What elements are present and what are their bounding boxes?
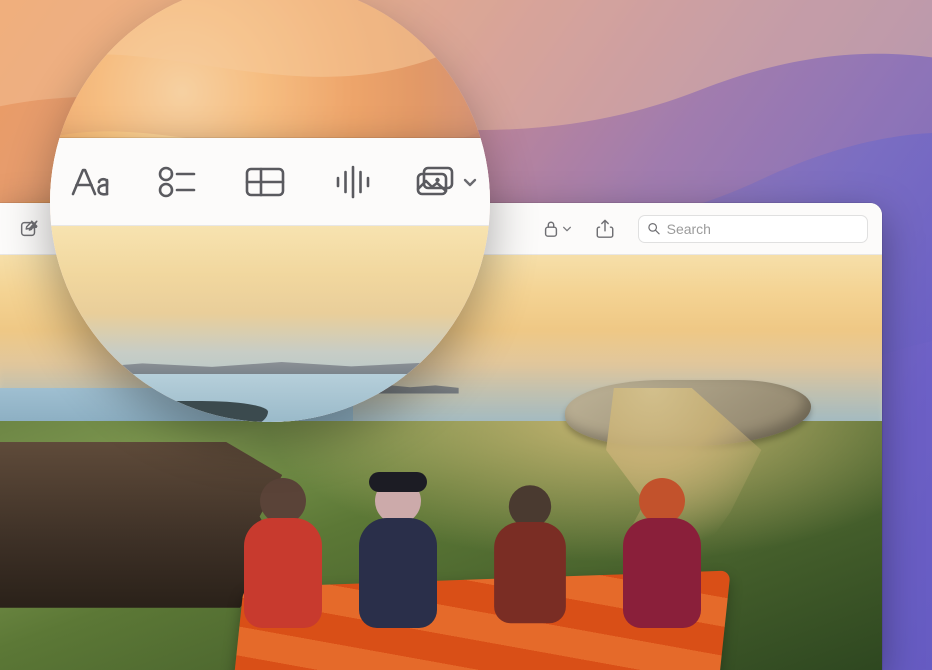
text-format-button[interactable] [62,155,116,209]
checklist-icon [157,164,197,200]
compose-icon [18,218,40,240]
search-input[interactable] [667,221,859,237]
magnifier-window [50,138,490,422]
chevron-down-icon [562,224,572,234]
compose-button[interactable] [14,214,44,244]
magnifier-content [50,226,490,422]
share-button[interactable] [590,214,620,244]
photos-icon [414,164,458,200]
share-icon [595,218,615,240]
table-button[interactable] [238,155,292,209]
lock-button[interactable] [542,214,572,244]
text-format-icon [67,163,111,201]
magnifier-toolbar [50,138,490,226]
lock-icon [542,219,560,239]
chevron-down-icon [462,174,478,190]
audio-wave-icon [333,164,373,200]
table-icon [244,165,286,199]
checklist-button[interactable] [150,155,204,209]
search-icon [647,221,661,236]
search-field[interactable] [638,215,868,243]
insert-media-button[interactable] [414,155,478,209]
magnifier-callout [50,0,490,422]
record-audio-button[interactable] [326,155,380,209]
magnifier-photo [50,226,490,422]
